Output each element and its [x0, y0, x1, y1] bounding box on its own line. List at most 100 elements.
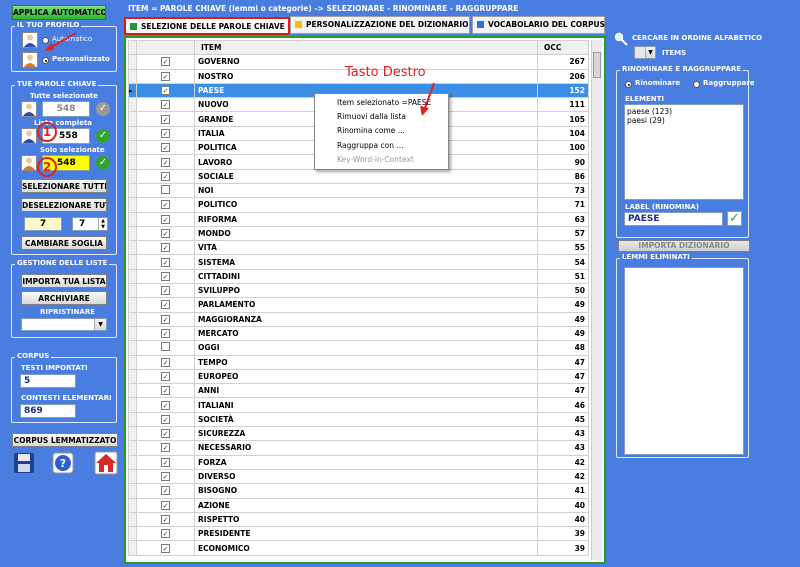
restore-dropdown[interactable]: ▼	[21, 318, 107, 331]
row-selector[interactable]	[128, 111, 137, 127]
table-row[interactable]: OGGI 48	[128, 340, 589, 356]
row-checkbox[interactable]: ✓	[161, 171, 170, 181]
confirm-rename-icon[interactable]: ✓	[727, 211, 742, 226]
context-menu-item[interactable]: Rinomina come ...	[315, 124, 448, 138]
row-selector[interactable]	[128, 368, 137, 385]
row-selector[interactable]	[128, 168, 137, 184]
tab-dictionary[interactable]: PERSONALIZZAZIONE DEL DIZIONARIO	[290, 16, 470, 34]
table-row[interactable]: ✓ ECONOMICO 39	[128, 540, 589, 556]
row-item[interactable]: AZIONE	[194, 497, 538, 513]
table-row[interactable]: ✓ ANNI 47	[128, 383, 589, 399]
row-checkbox[interactable]: ✓	[161, 529, 170, 539]
row-selector[interactable]	[128, 497, 137, 513]
row-checkbox[interactable]: ✓	[161, 214, 170, 224]
row-selector[interactable]: ▸	[128, 82, 137, 99]
row-checkbox[interactable]: ✓	[161, 472, 170, 482]
table-row[interactable]: ✓ CITTADINI 51	[128, 268, 589, 285]
row-checkbox[interactable]: ✓	[161, 443, 170, 453]
row-checkbox[interactable]: ✓	[161, 200, 170, 210]
row-checkbox[interactable]: ✓	[161, 86, 170, 96]
items-dropdown[interactable]: ▼	[634, 46, 656, 59]
row-checkbox[interactable]: ✓	[161, 157, 170, 167]
threshold-spinner[interactable]: 7 ▲ ▼	[72, 217, 108, 231]
row-item[interactable]: NECESSARIO	[194, 440, 538, 456]
row-item[interactable]: SISTEMA	[194, 254, 538, 270]
row-checkbox[interactable]: ✓	[161, 386, 170, 396]
row-checkbox[interactable]: ✓	[161, 271, 170, 281]
row-item[interactable]: SOCIALE	[194, 168, 538, 184]
row-checkbox[interactable]: ✓	[161, 300, 170, 310]
table-row[interactable]: ✓ AZIONE 40	[128, 497, 589, 513]
row-checkbox[interactable]: ✓	[161, 486, 170, 496]
row-selector[interactable]	[128, 68, 137, 84]
deselect-all-button[interactable]: DESELEZIONARE TUTTI	[21, 198, 107, 212]
select-all-button[interactable]: SELEZIONARE TUTTI	[21, 179, 107, 193]
row-checkbox[interactable]: ✓	[161, 357, 170, 367]
row-checkbox[interactable]: ✓	[161, 400, 170, 410]
elements-list[interactable]: paese (123) paesi (29)	[624, 104, 744, 200]
row-item[interactable]: ANNI	[194, 383, 538, 399]
row-checkbox[interactable]: ✓	[161, 128, 170, 138]
row-selector[interactable]	[128, 225, 137, 242]
radio-custom[interactable]	[42, 57, 49, 64]
row-checkbox[interactable]	[161, 342, 170, 352]
row-item[interactable]: PARLAMENTO	[194, 297, 538, 313]
table-row[interactable]: ✓ SVILUPPO 50	[128, 283, 589, 299]
row-item[interactable]: CITTADINI	[194, 268, 538, 285]
chevron-down-icon[interactable]: ▼	[645, 47, 655, 58]
home-icon[interactable]	[94, 451, 118, 475]
grid-scrollbar[interactable]	[591, 40, 602, 560]
row-selector[interactable]	[128, 197, 137, 213]
table-row[interactable]: ✓ VITA 55	[128, 240, 589, 256]
row-checkbox[interactable]: ✓	[161, 57, 170, 67]
row-selector[interactable]	[128, 311, 137, 327]
import-dictionary-button[interactable]: IMPORTA DIZIONARIO	[618, 240, 750, 252]
table-row[interactable]: ✓ NECESSARIO 43	[128, 440, 589, 456]
confirm-full-list-icon[interactable]: ✓	[96, 129, 110, 143]
row-selector[interactable]	[128, 240, 137, 256]
table-row[interactable]: ✓ RISPETTO 40	[128, 511, 589, 528]
row-checkbox[interactable]: ✓	[161, 71, 170, 81]
row-selector[interactable]	[128, 468, 137, 485]
context-menu-item[interactable]: Key-Word-in-Context	[315, 153, 448, 167]
custom-profile-icon[interactable]	[22, 52, 38, 68]
table-row[interactable]: ✓ EUROPEO 47	[128, 368, 589, 385]
row-checkbox[interactable]: ✓	[161, 286, 170, 296]
row-selector[interactable]	[128, 297, 137, 313]
row-selector[interactable]	[128, 154, 137, 170]
lemmatized-corpus-button[interactable]: CORPUS LEMMATIZZATO	[12, 433, 118, 447]
table-row[interactable]: NOI 73	[128, 182, 589, 199]
table-row[interactable]: ✓ ITALIANI 46	[128, 397, 589, 413]
header-occ[interactable]: OCC	[537, 39, 589, 56]
row-checkbox[interactable]: ✓	[161, 543, 170, 553]
row-checkbox[interactable]: ✓	[161, 457, 170, 467]
label-rename-input[interactable]: PAESE	[624, 212, 723, 226]
spinner-arrows-icon[interactable]: ▲ ▼	[98, 218, 107, 230]
row-item[interactable]: RISPETTO	[194, 511, 538, 528]
table-row[interactable]: ✓ FORZA 42	[128, 454, 589, 470]
row-item[interactable]: OGGI	[194, 340, 538, 356]
row-checkbox[interactable]: ✓	[161, 371, 170, 381]
auto-profile-icon[interactable]	[22, 32, 38, 48]
row-checkbox[interactable]: ✓	[161, 514, 170, 524]
row-item[interactable]: SOCIETÀ	[194, 411, 538, 428]
table-row[interactable]: ✓ PRESIDENTE 39	[128, 526, 589, 542]
row-selector[interactable]	[128, 140, 137, 156]
radio-group[interactable]	[693, 81, 700, 88]
table-row[interactable]: ✓ SOCIALE 86	[128, 168, 589, 184]
header-item[interactable]: ITEM	[194, 39, 538, 56]
table-row[interactable]: ✓ SICUREZZA 43	[128, 426, 589, 442]
chevron-down-icon[interactable]: ▼	[94, 319, 106, 330]
row-selector[interactable]	[128, 325, 137, 342]
row-selector[interactable]	[128, 411, 137, 428]
row-checkbox[interactable]: ✓	[161, 429, 170, 439]
row-item[interactable]: RIFORMA	[194, 211, 538, 227]
table-row[interactable]: ✓ SISTEMA 54	[128, 254, 589, 270]
row-selector[interactable]	[128, 426, 137, 442]
row-item[interactable]: ECONOMICO	[194, 540, 538, 556]
row-checkbox[interactable]: ✓	[161, 229, 170, 238]
save-icon[interactable]	[13, 452, 35, 474]
list-item[interactable]: paese (123)	[627, 107, 741, 116]
table-row[interactable]: ✓ TEMPO 47	[128, 354, 589, 370]
row-checkbox[interactable]: ✓	[161, 500, 170, 510]
